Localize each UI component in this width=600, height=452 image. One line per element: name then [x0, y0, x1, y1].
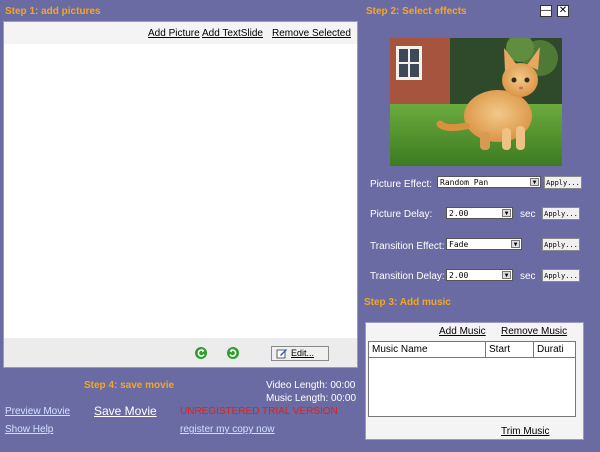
- step4-title: Step 4: save movie: [84, 380, 175, 391]
- step2-title: Step 2: Select effects: [366, 6, 467, 17]
- unregistered-notice: UNREGISTERED TRIAL VERSION: [180, 406, 338, 417]
- rotate-left-button[interactable]: [194, 346, 208, 360]
- column-divider: [533, 342, 534, 357]
- column-music-name[interactable]: Music Name: [372, 344, 428, 355]
- remove-music-link[interactable]: Remove Music: [501, 326, 567, 337]
- add-music-link[interactable]: Add Music: [439, 326, 486, 337]
- picture-delay-sec-label: sec: [520, 209, 536, 220]
- transition-delay-apply-button[interactable]: Apply...: [542, 269, 580, 282]
- chevron-down-icon: ▼: [530, 178, 539, 186]
- music-panel: Add Music Remove Music Music Name Start …: [365, 322, 584, 440]
- music-length-text: Music Length: 00:00: [266, 393, 357, 404]
- video-length-text: Video Length: 00:00: [266, 380, 356, 391]
- rotate-right-icon: [227, 347, 239, 359]
- add-textslide-link[interactable]: Add TextSlide: [202, 28, 263, 39]
- register-link[interactable]: register my copy now: [180, 424, 274, 435]
- add-picture-link[interactable]: Add Picture: [148, 28, 200, 39]
- transition-delay-label: Transition Delay:: [370, 271, 445, 282]
- effect-preview-image: [390, 38, 562, 166]
- pictures-list[interactable]: [4, 44, 357, 338]
- picture-delay-select[interactable]: 2.00 ▼: [446, 207, 513, 219]
- transition-delay-select[interactable]: 2.00 ▼: [446, 269, 513, 281]
- save-movie-button[interactable]: Save Movie: [94, 404, 157, 418]
- chevron-down-icon: ▼: [511, 240, 520, 248]
- step1-title: Step 1: add pictures: [5, 6, 101, 17]
- show-help-link[interactable]: Show Help: [5, 424, 53, 435]
- trim-music-link[interactable]: Trim Music: [501, 426, 550, 437]
- minimize-button[interactable]: —: [540, 5, 552, 17]
- column-divider: [485, 342, 486, 357]
- chevron-down-icon: ▼: [502, 271, 511, 279]
- chevron-down-icon: ▼: [502, 209, 511, 217]
- transition-effect-label: Transition Effect:: [370, 241, 445, 252]
- music-table-header: Music Name Start Durati: [369, 342, 575, 358]
- step3-title: Step 3: Add music: [364, 297, 451, 308]
- column-duration[interactable]: Durati: [537, 344, 564, 355]
- rotate-right-button[interactable]: [226, 346, 240, 360]
- kitten-image: [390, 38, 562, 166]
- picture-effect-label: Picture Effect:: [370, 179, 433, 190]
- transition-delay-value: 2.00: [449, 271, 469, 280]
- rotate-left-icon: [195, 347, 207, 359]
- picture-delay-value: 2.00: [449, 209, 469, 218]
- preview-movie-link[interactable]: Preview Movie: [5, 406, 70, 417]
- remove-selected-link[interactable]: Remove Selected: [272, 28, 351, 39]
- column-start[interactable]: Start: [489, 344, 510, 355]
- edit-button[interactable]: Edit...: [271, 346, 329, 361]
- music-table[interactable]: Music Name Start Durati: [368, 341, 576, 417]
- picture-effect-value: Random Pan: [440, 178, 489, 187]
- transition-effect-apply-button[interactable]: Apply...: [542, 238, 580, 251]
- picture-delay-apply-button[interactable]: Apply...: [542, 207, 580, 220]
- edit-icon: [276, 349, 287, 359]
- pictures-panel: Add Picture Add TextSlide Remove Selecte…: [3, 21, 358, 368]
- picture-effect-select[interactable]: Random Pan ▼: [437, 176, 541, 188]
- edit-button-label: Edit...: [291, 348, 315, 358]
- close-button[interactable]: ✕: [557, 5, 569, 17]
- transition-delay-sec-label: sec: [520, 271, 536, 282]
- picture-delay-label: Picture Delay:: [370, 209, 433, 220]
- picture-effect-apply-button[interactable]: Apply...: [544, 176, 582, 189]
- transition-effect-value: Fade: [449, 240, 469, 249]
- transition-effect-select[interactable]: Fade ▼: [446, 238, 522, 250]
